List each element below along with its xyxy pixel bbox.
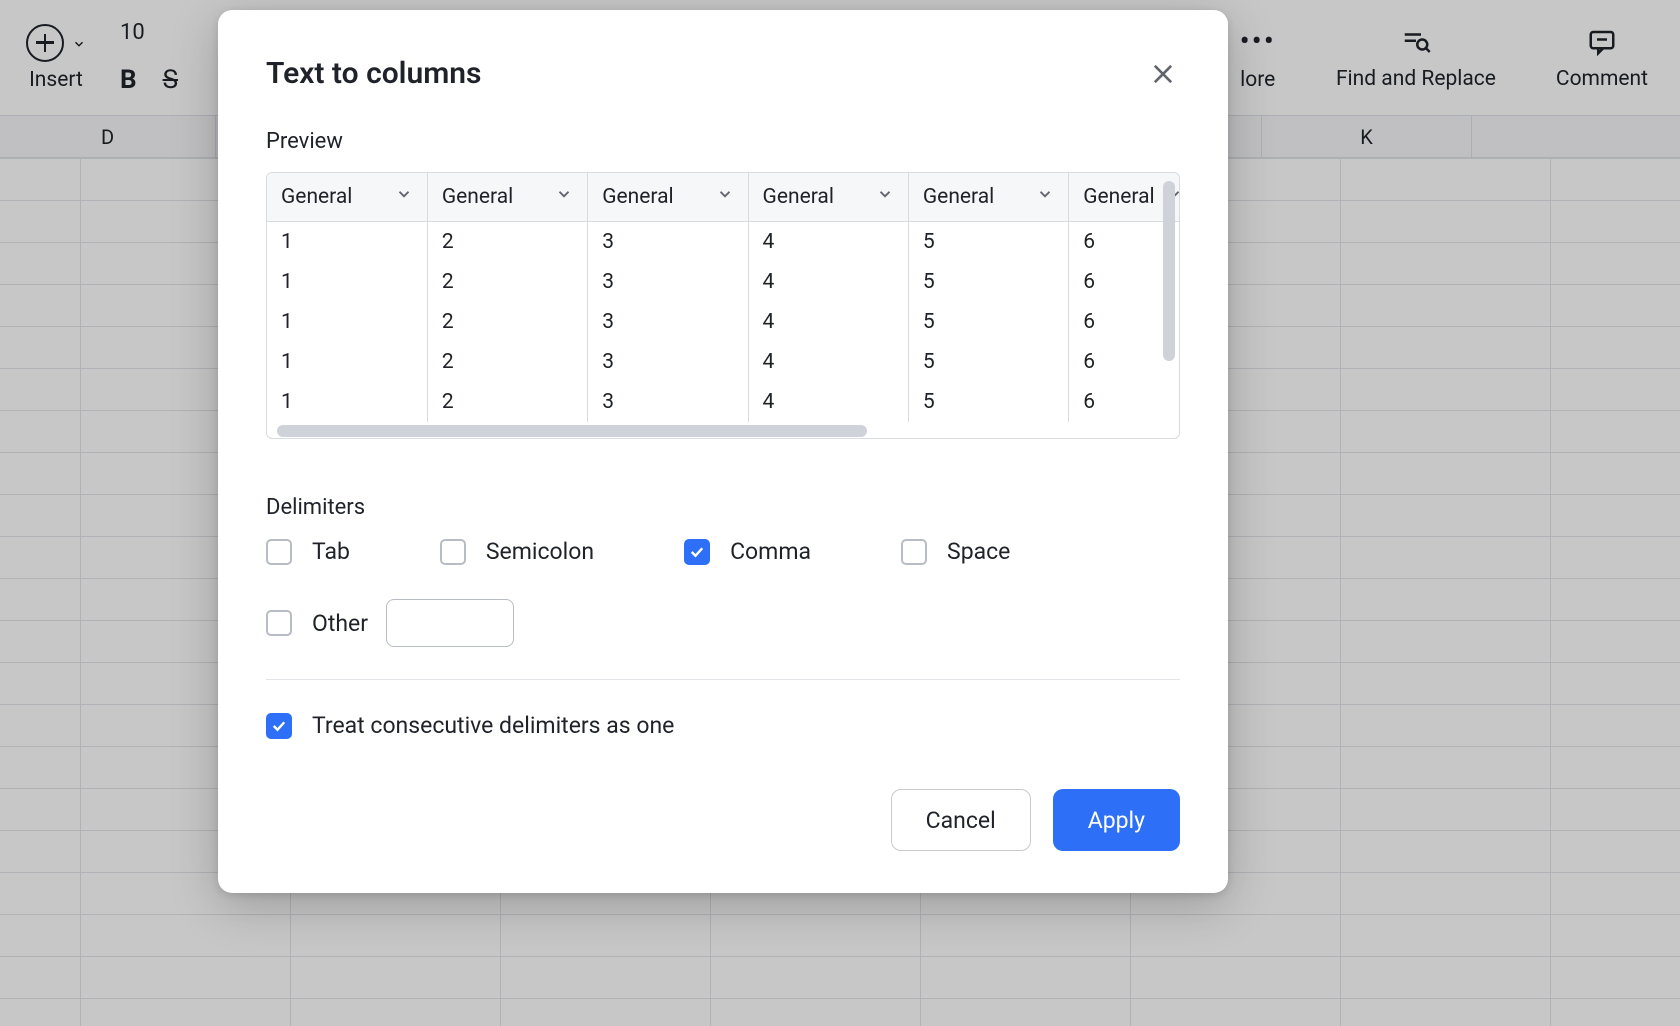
table-cell: 2: [427, 302, 587, 342]
preview-col-type[interactable]: General: [748, 173, 908, 222]
preview-table: GeneralGeneralGeneralGeneralGeneralGener…: [266, 172, 1180, 439]
table-cell: 3: [588, 262, 748, 302]
table-cell: 3: [588, 302, 748, 342]
table-cell: 2: [427, 382, 587, 422]
table-cell: 2: [427, 342, 587, 382]
table-cell: 1: [267, 382, 427, 422]
table-cell: 5: [908, 382, 1068, 422]
table-cell: 1: [267, 302, 427, 342]
chevron-down-icon: [876, 185, 894, 209]
table-row: 123456: [267, 302, 1179, 342]
table-row: 123456: [267, 342, 1179, 382]
divider: [266, 679, 1180, 680]
delimiter-semicolon[interactable]: Semicolon: [440, 538, 594, 565]
table-cell: 3: [588, 382, 748, 422]
vertical-scrollbar[interactable]: [1163, 181, 1175, 361]
checkbox-space[interactable]: [901, 539, 927, 565]
preview-label: Preview: [266, 129, 1180, 154]
table-row: 123456: [267, 262, 1179, 302]
chevron-down-icon: [555, 185, 573, 209]
delimiter-space[interactable]: Space: [901, 538, 1010, 565]
chevron-down-icon: [1036, 185, 1054, 209]
table-cell: 4: [748, 222, 908, 263]
treat-consecutive-option[interactable]: Treat consecutive delimiters as one: [266, 712, 1180, 739]
table-row: 123456: [267, 382, 1179, 422]
chevron-down-icon: [395, 185, 413, 209]
horizontal-scrollbar[interactable]: [277, 425, 867, 437]
delimiter-comma[interactable]: Comma: [684, 538, 811, 565]
checkbox-treat-consecutive[interactable]: [266, 713, 292, 739]
delimiter-tab[interactable]: Tab: [266, 538, 350, 565]
table-cell: 4: [748, 262, 908, 302]
table-cell: 4: [748, 342, 908, 382]
dialog-title: Text to columns: [266, 56, 481, 91]
apply-button[interactable]: Apply: [1053, 789, 1180, 851]
text-to-columns-dialog: Text to columns Preview GeneralGeneralGe…: [218, 10, 1228, 893]
delimiter-other[interactable]: Other: [266, 610, 368, 637]
preview-col-type[interactable]: General: [427, 173, 587, 222]
table-cell: 3: [588, 222, 748, 263]
table-cell: 1: [267, 342, 427, 382]
table-row: 123456: [267, 222, 1179, 263]
checkbox-other[interactable]: [266, 610, 292, 636]
close-button[interactable]: [1146, 57, 1180, 91]
table-cell: 2: [427, 222, 587, 263]
cancel-button[interactable]: Cancel: [891, 789, 1031, 851]
table-cell: 2: [427, 262, 587, 302]
preview-col-type[interactable]: General: [588, 173, 748, 222]
table-cell: 4: [748, 382, 908, 422]
table-cell: 5: [908, 302, 1068, 342]
table-cell: 6: [1069, 382, 1179, 422]
table-cell: 5: [908, 222, 1068, 263]
delimiters-label: Delimiters: [266, 495, 1180, 520]
preview-col-type[interactable]: General: [908, 173, 1068, 222]
table-cell: 1: [267, 222, 427, 263]
preview-col-type[interactable]: General: [267, 173, 427, 222]
table-cell: 3: [588, 342, 748, 382]
table-cell: 5: [908, 262, 1068, 302]
table-cell: 4: [748, 302, 908, 342]
table-cell: 1: [267, 262, 427, 302]
checkbox-comma[interactable]: [684, 539, 710, 565]
chevron-down-icon: [716, 185, 734, 209]
delimiter-other-input[interactable]: [386, 599, 514, 647]
checkbox-tab[interactable]: [266, 539, 292, 565]
table-cell: 5: [908, 342, 1068, 382]
checkbox-semicolon[interactable]: [440, 539, 466, 565]
